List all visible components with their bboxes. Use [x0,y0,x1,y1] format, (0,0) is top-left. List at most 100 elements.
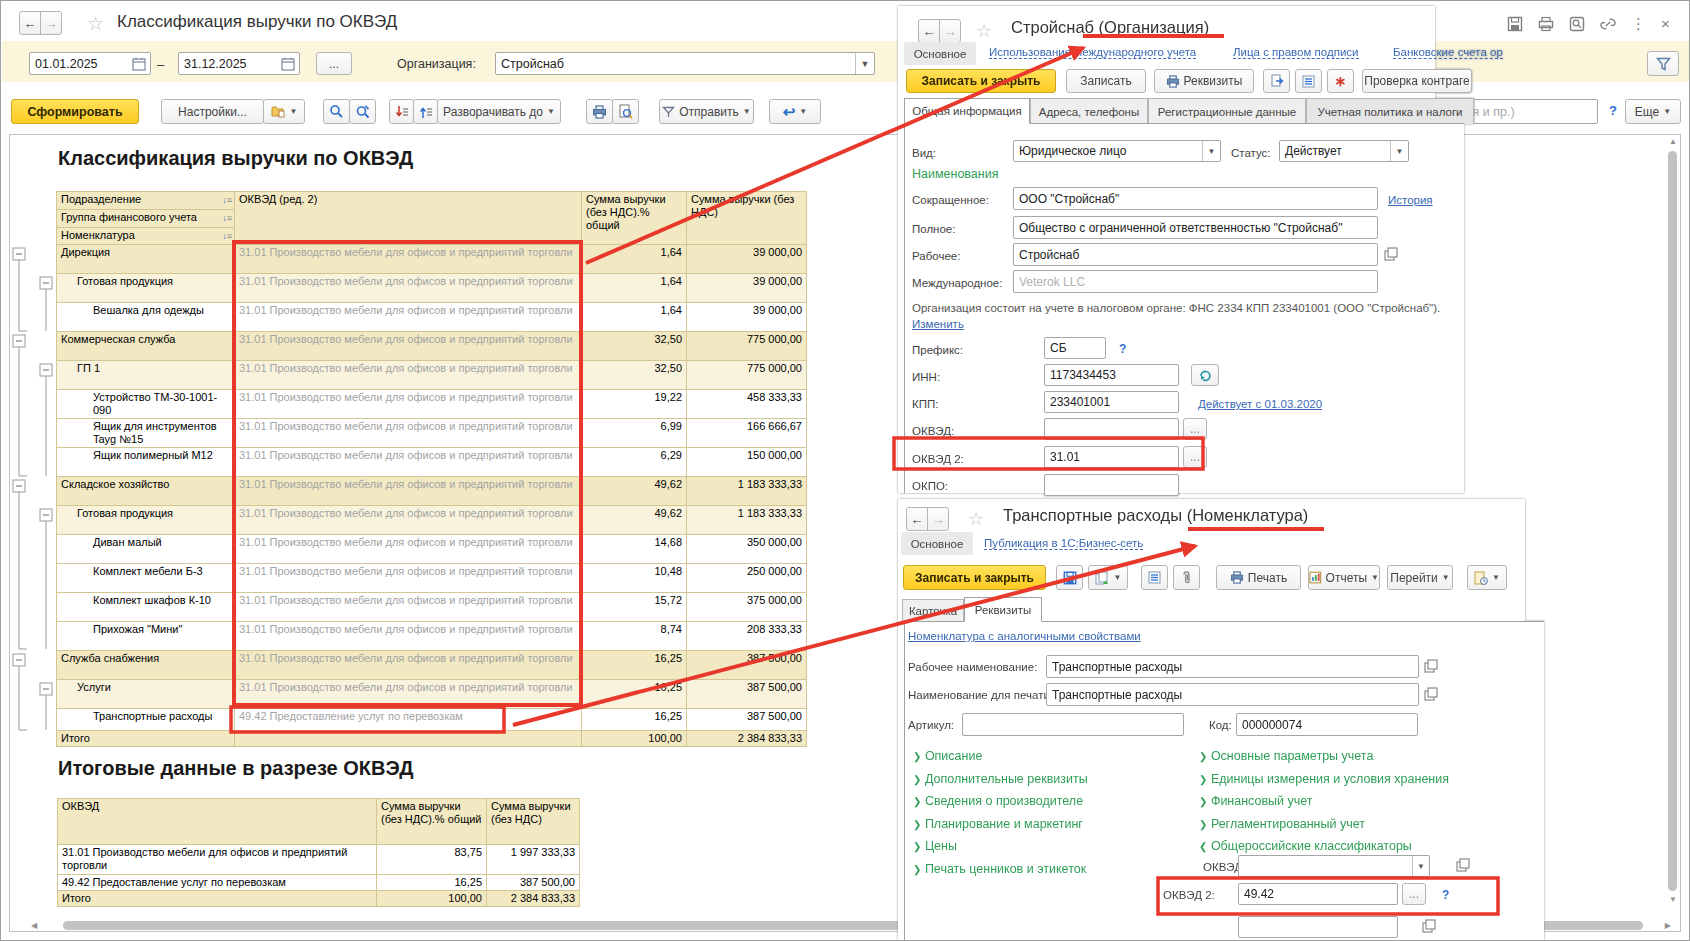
section-main-params[interactable]: ❯ Основные параметры учета [1199,749,1373,763]
nav-link-bank-accounts[interactable]: Банковские счета ор [1393,46,1503,59]
back-button[interactable]: ← [918,19,940,43]
print-button[interactable] [586,99,613,124]
kind-combo[interactable]: Юридическое лицо ▼ [1013,140,1221,162]
section-classifiers[interactable]: ❮ Общероссийские классификаторы [1199,839,1412,853]
collapse-groups-button[interactable] [389,99,414,124]
change-link[interactable]: Изменить [912,318,964,330]
counterparty-check-button[interactable]: Проверка контраге [1362,69,1472,93]
okpo-input[interactable] [1044,474,1179,496]
history-button[interactable]: ▼ [1467,565,1507,590]
tab-addresses[interactable]: Адреса, телефоны [1030,98,1148,124]
reports-button[interactable]: Отчеты▼ [1308,565,1380,590]
next-field-input[interactable] [1238,916,1398,938]
calendar-icon[interactable] [132,57,146,71]
open-icon[interactable] [1424,659,1438,673]
filter-funnel-button[interactable] [1647,51,1679,76]
okved2-select-button[interactable]: ... [1183,446,1207,468]
status-combo[interactable]: Действует ▼ [1279,140,1409,162]
save-close-button[interactable]: Записать и закрыть [906,69,1056,93]
expand-groups-button[interactable] [413,99,438,124]
structure-button[interactable] [1141,565,1168,590]
history-link[interactable]: История [1388,194,1433,206]
more-menu-icon[interactable]: ⋮ [1631,16,1646,32]
save-icon[interactable] [1507,16,1523,32]
similar-items-link[interactable]: Номенклатура с аналогичными свойствами [908,630,1141,642]
grouping-tree[interactable] [9,134,59,834]
section-additional[interactable]: ❯ Дополнительные реквизиты [913,772,1088,786]
print-button[interactable]: Печать [1216,565,1301,590]
save-button[interactable]: Записать [1066,69,1146,93]
okved2-input[interactable]: 49.42 [1238,883,1398,905]
calendar-icon[interactable] [281,57,295,71]
section-fin-accounting[interactable]: ❯ Финансовый учет [1199,794,1313,808]
search-help[interactable]: ? [1609,103,1617,118]
forward-button[interactable]: → [927,507,949,531]
section-manufacturer[interactable]: ❯ Сведения о производителе [913,794,1083,808]
nav-tab-main[interactable]: Основное [904,42,976,65]
section-labels[interactable]: ❯ Печать ценников и этикеток [913,862,1086,876]
forward-button[interactable]: → [939,19,961,43]
tab-accounting-policy[interactable]: Учетная политика и налоги [1306,98,1474,124]
undo-button[interactable]: ↩ ▼ [769,99,821,124]
open-icon[interactable] [1424,687,1438,701]
save-close-button[interactable]: Записать и закрыть [903,565,1046,590]
prefix-input[interactable]: СБ [1044,337,1106,359]
generate-button[interactable]: Сформировать [11,99,139,124]
work-name-input[interactable]: Стройснаб [1013,243,1378,266]
goto-button[interactable]: Перейти▼ [1387,565,1453,590]
copy-button[interactable]: ▼ [1088,565,1128,590]
search-button[interactable] [323,99,350,124]
tab-requisites[interactable]: Реквизиты [964,597,1042,622]
open-icon[interactable] [1422,919,1436,933]
save-button[interactable] [1056,565,1083,590]
tab-general-info[interactable]: Общая информация [904,98,1030,124]
okved2-input[interactable]: 31.01 [1044,446,1179,468]
short-name-input[interactable]: ООО "Стройснаб" [1013,187,1378,210]
inn-input[interactable]: 1173434453 [1044,364,1179,386]
favorite-star-icon[interactable]: ☆ [976,20,992,42]
settings-button[interactable]: Настройки... [161,99,264,124]
report-variants-button[interactable]: ▼ [263,99,305,124]
okved2-help[interactable]: ? [1442,888,1449,902]
favorite-star-icon[interactable]: ☆ [968,508,984,530]
section-units[interactable]: ❯ Единицы измерения и условия хранения [1199,772,1449,786]
nav-link-publication[interactable]: Публикация в 1С:Бизнес-сеть [984,537,1143,550]
section-reg-accounting[interactable]: ❯ Регламентированный учет [1199,817,1365,831]
preview-icon[interactable] [1569,16,1585,32]
back-button[interactable]: ← [19,11,41,35]
vertical-scrollbar[interactable]: ▲ ▼ [1667,137,1679,909]
report-table[interactable]: Подразделение↓≡ ОКВЭД (ред. 2) Сумма выр… [56,191,807,747]
work-name-input[interactable]: Транспортные расходы [1046,655,1419,678]
open-icon[interactable] [1384,247,1398,261]
more-button[interactable]: Еще▼ [1625,99,1681,124]
fill-by-inn-button[interactable] [1191,364,1219,386]
okved2-select-button[interactable]: ... [1402,883,1426,905]
nav-link-intl-accounting[interactable]: Использование международного учета [989,46,1196,59]
intl-name-input[interactable]: Veterok LLC [1013,270,1378,293]
prefix-help[interactable]: ? [1119,342,1126,356]
okved-combo[interactable]: ▼ [1238,855,1430,877]
print-name-input[interactable]: Транспортные расходы [1046,683,1419,706]
expand-to-button[interactable]: Разворачивать до▼ [437,99,561,124]
org-dropdown-icon[interactable]: ▼ [855,53,874,74]
print-icon[interactable] [1538,16,1554,32]
summary-table[interactable]: ОКВЭДСумма выручки (без НДС).% общийСумм… [57,798,580,907]
organization-combo[interactable]: Стройснаб ▼ [495,52,875,75]
date-from-input[interactable]: 01.01.2025 [29,52,151,75]
dropdown-icon[interactable]: ▼ [1412,856,1429,876]
section-description[interactable]: ❯ Описание [913,749,982,763]
scroll-down-icon[interactable]: ▼ [1669,895,1677,904]
scroll-left-icon[interactable]: ◀ [31,921,37,930]
nav-tab-main[interactable]: Основное [901,532,973,555]
send-button[interactable]: Отправить▼ [659,99,754,124]
open-icon[interactable] [1456,858,1470,872]
section-planning[interactable]: ❯ Планирование и маркетинг [913,817,1083,831]
create-based-button[interactable] [1263,69,1290,93]
kpp-input[interactable]: 233401001 [1044,391,1179,413]
dropdown-icon[interactable]: ▼ [1202,141,1220,161]
nav-link-signers[interactable]: Лица с правом подписи [1233,46,1359,59]
attachments-button[interactable] [1173,565,1200,590]
related-docs-button[interactable]: ∗ [1327,69,1354,93]
article-input[interactable] [962,713,1184,736]
vertical-scroll-thumb[interactable] [1668,151,1677,891]
